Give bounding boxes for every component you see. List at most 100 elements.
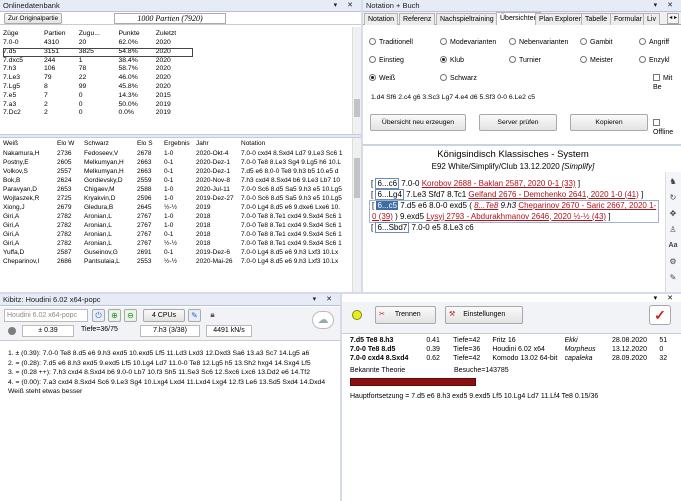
pane-controls-icon[interactable]: ▾ ✕ [313,294,336,306]
game-cell: 0-1 [164,159,174,166]
cpu-count-button[interactable]: 4 CPUs [143,309,185,322]
game-row[interactable]: Xiong,J 2679 Gledura,B 2645 ½-½ 2019 7.0-0 Lg4… [3,203,352,212]
settings-icon[interactable]: ⚙ [667,256,679,268]
pane-controls-icon[interactable]: ▾ ✕ [654,294,677,302]
variation-2[interactable]: [ 6...Lg4 7.Le3 Sfd7 8.Tc1 Gelfand 2676 … [371,188,659,201]
variation-4[interactable]: [ 6...Sbd7 7.0-0 e5 8.Le3 c6 [371,222,659,234]
game-row[interactable]: Volkov,S 2557 Melkumyan,H 2663 0-1 2020-Dez-1… [3,167,352,176]
radio-entry[interactable]: Einstieg [369,56,404,65]
move-row[interactable]: 7.dxc5 244 1 38.4% 2020 [3,57,193,66]
radio-gambit[interactable]: Gambit [580,38,613,47]
col-score[interactable]: Punkte [118,27,155,39]
col-transpositions[interactable]: Zugu... [79,27,119,39]
regenerate-overview-button[interactable]: Übersicht neu erzeugen [370,114,466,131]
col-moves[interactable]: Züge [3,27,44,39]
col-elo-white[interactable]: Elo W [57,138,84,149]
move-row[interactable]: 7.Lg5 8 99 45.8% 2020 [3,83,193,92]
variation-3[interactable]: [ 6...c5 7.d5 e6 8.0-0 exd5 ( 8...Te8 9.… [369,200,659,223]
moves-scrollbar[interactable] [352,27,361,134]
col-result[interactable]: Ergebnis [164,138,196,149]
move-icon[interactable]: ✥ [667,208,679,220]
games-scrollbar[interactable] [352,138,361,292]
game-row[interactable]: Giri,A 2782 Aronian,L 2767 0-1 2018 7.0-0 Te8 … [3,230,352,239]
lock-icon[interactable]: 🔒︎ [206,309,219,322]
tab-scroll-arrows-icon[interactable]: ◂ ▸ [667,13,679,24]
move-row[interactable]: 7.h3 106 78 58.7% 2020 [3,65,193,74]
tab-live[interactable]: Liv [643,13,660,25]
col-year[interactable]: Jahr [196,138,241,149]
copy-button[interactable]: Kopieren [570,114,648,131]
move-row[interactable]: 7.d5 3151 3825 54.8% 2020 [3,47,193,57]
tab-reference[interactable]: Referenz [399,13,436,25]
zoom-in-icon[interactable]: ⊕ [108,309,121,322]
settings-button[interactable]: ⚒ Einstellungen [445,306,523,324]
connection-status-icon [352,310,362,320]
game-row[interactable]: Postny,E 2605 Melkumyan,H 2663 0-1 2020-Dez-1… [3,158,352,167]
radio-master[interactable]: Meister [580,56,613,65]
game-row[interactable]: Yuffa,D 2587 Guseinov,G 2691 0-1 2019-Dez-6 7.… [3,248,352,257]
cloud-icon[interactable]: ☁ [312,311,334,329]
pane-controls-icon[interactable]: ▾ ✕ [654,0,677,12]
radio-club[interactable]: Klub [440,56,464,65]
book-row[interactable]: 7.0-0 cxd4 8.Sxd4 0.62 Tiefe=42 Komodo 13.0… [350,354,678,363]
engine-line-2[interactable]: 2. = (0.28): 7.d5 e6 8.h3 exd5 9.exd5 Lf… [8,359,336,369]
game-row[interactable]: Bok,B 2624 Gordievsky,D 2559 0-1 2020-Nov-8 7.… [3,176,352,185]
book-row[interactable]: 7.0-0 Te8 8.d5 0.39 Tiefe=36 Houdini 6.02 x… [350,345,678,354]
radio-tournament[interactable]: Turnier [509,56,541,65]
radio-label: Enzykl [649,57,670,64]
move-cell: 45.8% [118,82,138,90]
radio-fashion[interactable]: Modevarianten [440,38,496,47]
col-games[interactable]: Partien [44,27,79,39]
move-row[interactable]: 7.Dc2 2 0 0.0% 2019 [3,109,193,118]
engine-line-3[interactable]: 3. = (0.28 ++): 7.h3 cxd4 8.Sxd4 b6 9.0-… [8,368,336,378]
pane-controls-icon[interactable]: ▾ ✕ [334,0,357,12]
engine-line-4[interactable]: 4. = (0.00): 7.a3 cxd4 8.Sxd4 Sc6 9.Le3 … [8,378,336,388]
radio-side-lines[interactable]: Nebenvarianten [509,38,568,47]
move-cell: 7.dxc5 [3,56,24,64]
game-row[interactable]: Paravyan,D 2653 Chigaev,M 2588 1-0 2020-Jul-1… [3,185,352,194]
move-row[interactable]: 7.0-0 4310 20 62.0% 2020 [3,39,193,48]
engine-name-field[interactable]: Houdini 6.02 x64-popc [4,309,88,322]
disconnect-button[interactable]: ✂ Trennen [375,306,436,324]
check-server-button[interactable]: Server prüfen [479,114,557,131]
book-row[interactable]: 7.d5 Te8 8.h3 0.41 Tiefe=42 Fritz 16 Ekki 28.… [350,336,678,345]
col-last[interactable]: Zuletzt [156,27,193,39]
tab-form[interactable]: Formular [610,13,647,25]
checkbox-mit-be[interactable]: Mit Be [653,74,681,92]
game-row[interactable]: Giri,A 2782 Aronian,L 2767 1-0 2018 7.0-0 Te8 … [3,212,352,221]
engine-down-icon[interactable]: ⏻ [92,309,105,322]
move-row[interactable]: 7.e5 7 0 14.3% 2015 [3,92,193,101]
rotate-icon[interactable]: ↻ [667,192,679,204]
game-row[interactable]: Giri,A 2782 Aronian,L 2767 1-0 2018 7.0-0 Te8 … [3,221,352,230]
engine-line-1[interactable]: 1. ± (0.39): 7.0-0 Te8 8.d5 e6 9.h3 exd5… [8,349,336,359]
edit-icon[interactable]: ✎ [667,272,679,284]
bell-icon[interactable]: ♙ [667,224,679,236]
radio-black[interactable]: Schwarz [440,74,477,83]
move-row[interactable]: 7.Le3 79 22 46.0% 2020 [3,74,193,83]
tab-replay-training[interactable]: Nachspieltraining [436,13,498,25]
font-icon[interactable]: Aa [667,240,679,252]
checkbox-offline[interactable]: Offline [653,119,681,137]
game-row[interactable]: Cheparinov,I 2686 Pantsulaia,L 2553 ½-½ 2020-… [3,257,352,266]
variation-1[interactable]: [ 6...c6 7.0-0 Korobov 2688 - Baklan 258… [371,178,659,190]
col-elo-black[interactable]: Elo S [137,138,164,149]
radio-traditional[interactable]: Traditionell [369,38,413,47]
zoom-out-icon[interactable]: ⊖ [124,309,137,322]
tab-plan-explorer[interactable]: Plan Explorer [535,13,586,25]
edit-engine-icon[interactable]: ✎ [188,309,201,322]
move-row[interactable]: 7.a3 2 0 50.0% 2019 [3,101,193,110]
tab-notation[interactable]: Notation [364,13,399,25]
pieces-icon[interactable]: ♞ [667,176,679,188]
radio-attack[interactable]: Angriff [639,38,669,47]
radio-white[interactable]: Weiß [369,74,395,83]
tab-table[interactable]: Tabelle [581,13,612,25]
game-row[interactable]: Giri,A 2782 Aronian,L 2767 ½-½ 2018 7.0-0 Te8 … [3,239,352,248]
radio-encyclopedia[interactable]: Enzykl [639,56,670,65]
col-black[interactable]: Schwarz [84,138,137,149]
confirm-check-icon[interactable]: ✓ [649,305,671,325]
original-game-button[interactable]: Zur Originalpartie [4,13,63,24]
col-white[interactable]: Weiß [3,138,57,149]
game-row[interactable]: Wojtaszek,R 2725 Kryakvin,D 2596 1-0 2019-Dez… [3,194,352,203]
game-row[interactable]: Nakamura,H 2736 Fedoseev,V 2678 1-0 2020-Okt-… [3,149,352,158]
col-notation[interactable]: Notation [241,138,352,149]
